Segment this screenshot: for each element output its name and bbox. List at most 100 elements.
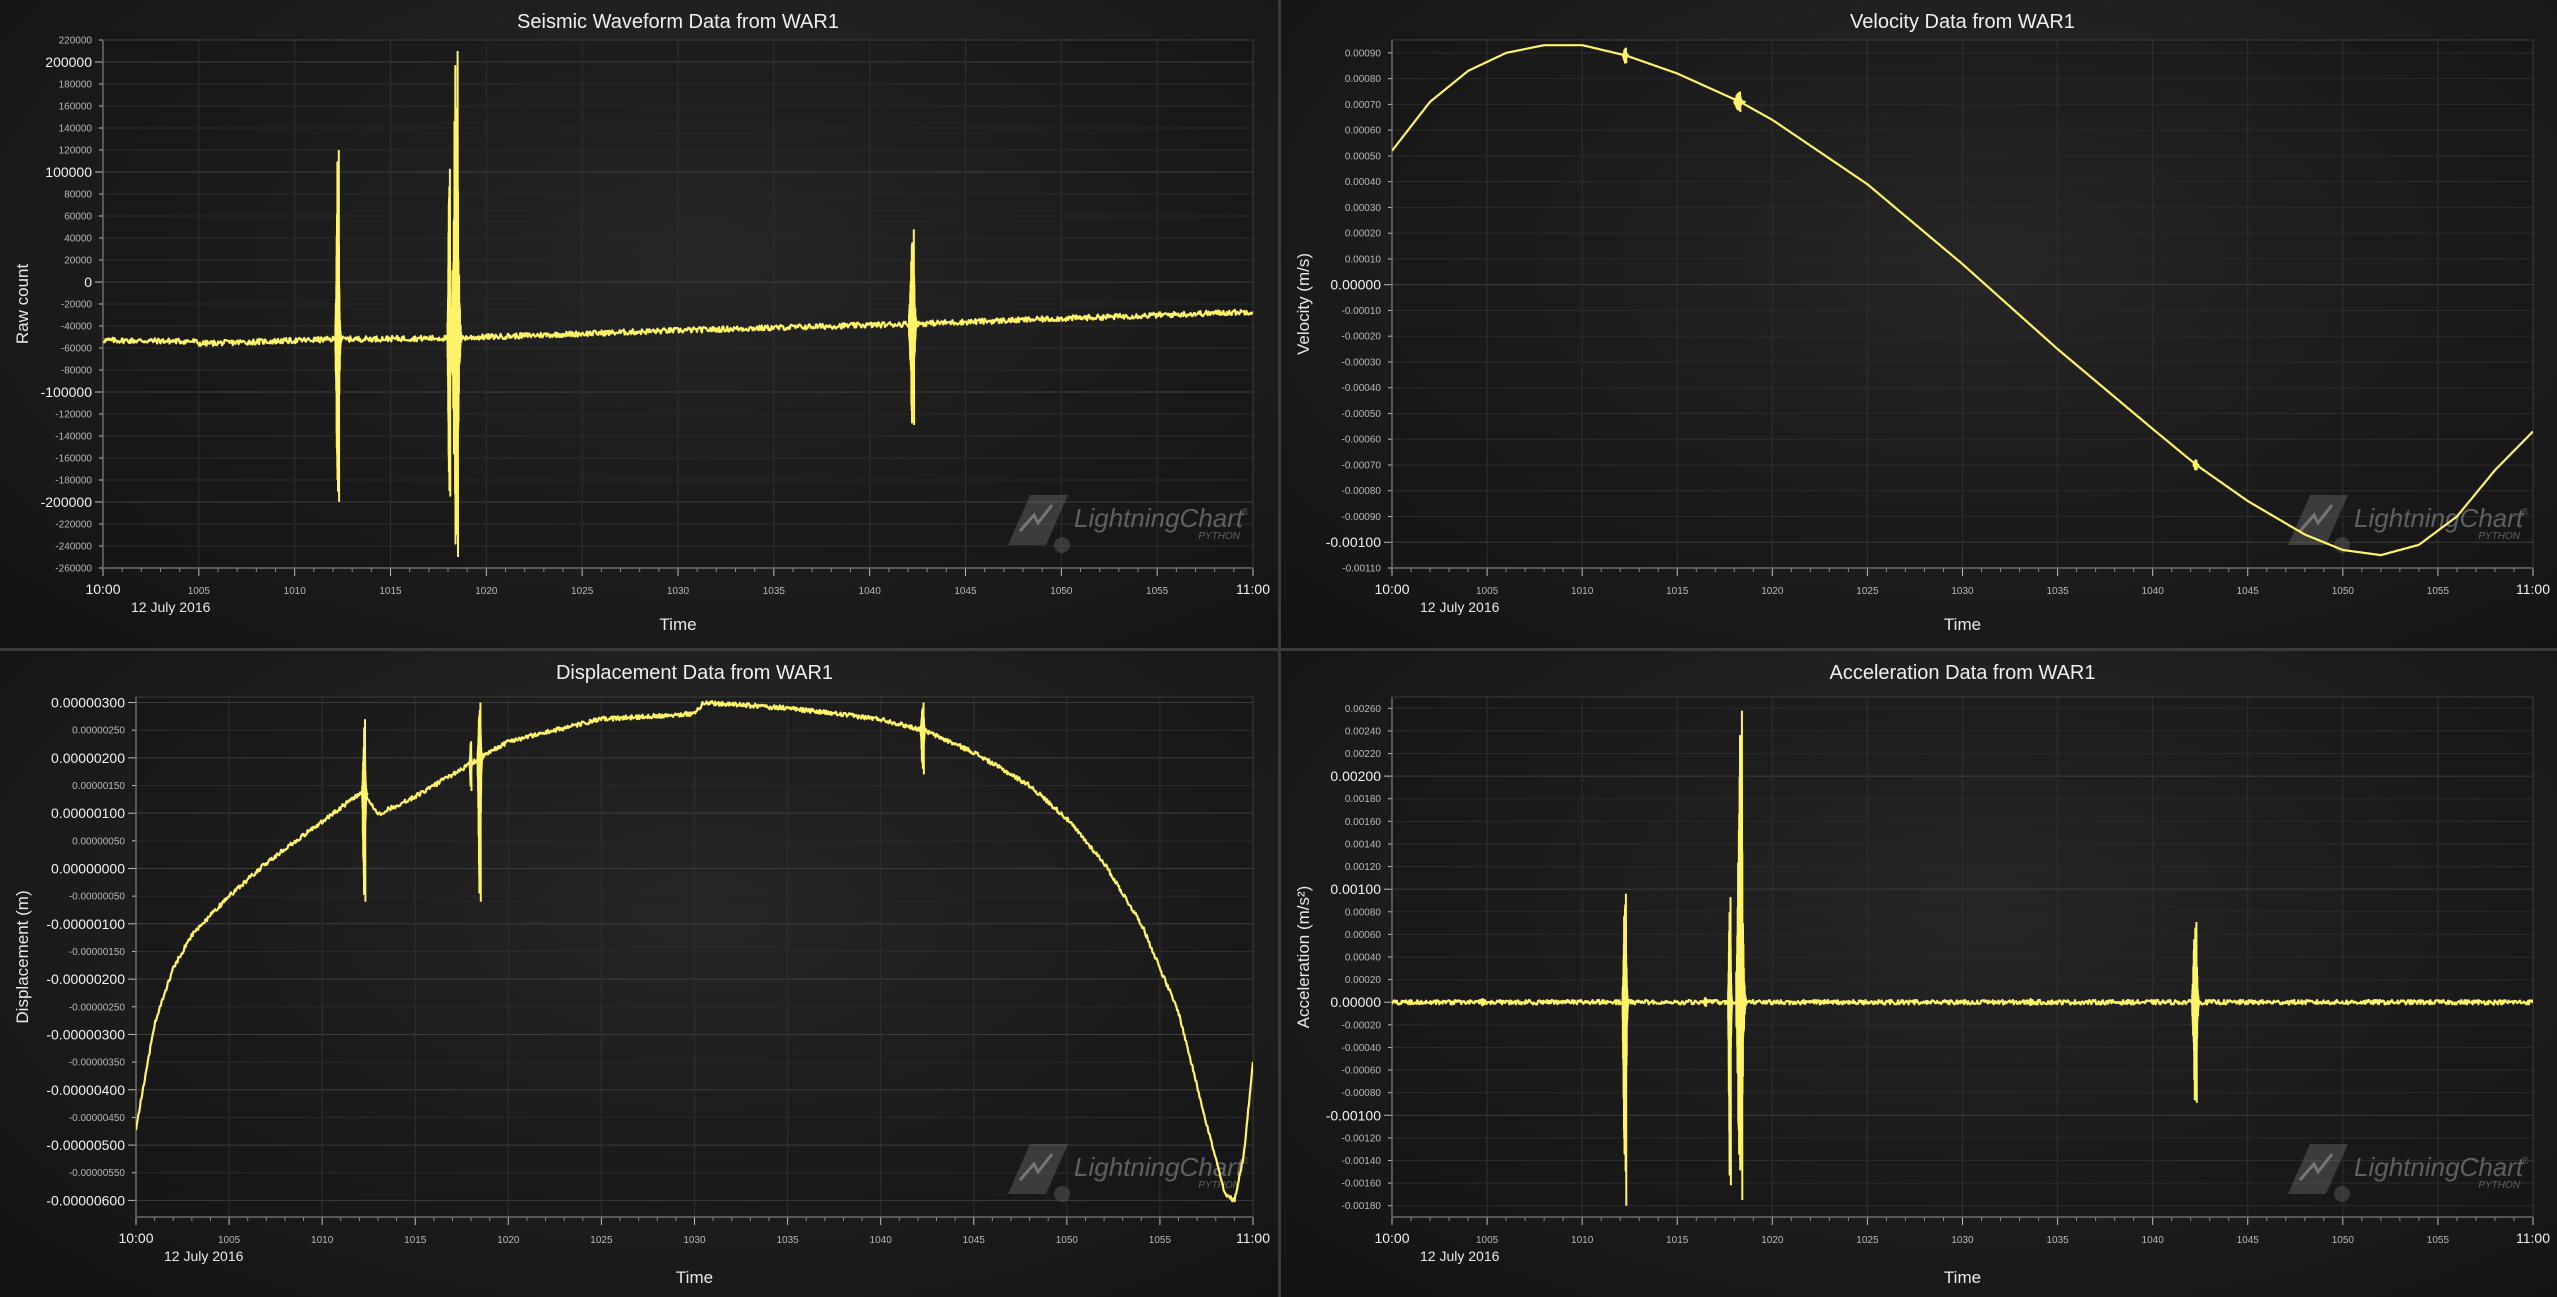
x-tick-label: 1030 [1951,586,1974,597]
y-tick-label: -0.00110 [1342,564,1381,575]
x-tick-label: 10:00 [1374,581,1409,597]
y-tick-label: 0.00220 [1345,749,1382,760]
x-tick-label: 1010 [1571,586,1594,597]
x-tick-label: 1045 [2237,1235,2260,1246]
y-tick-label: -0.00100 [1326,534,1381,550]
date-label: 12 July 2016 [1420,1248,1500,1264]
x-tick-label: 1015 [379,586,402,597]
y-tick-label: 0.00090 [1345,48,1382,59]
displacement-chart: Displacement Data from WAR1 -0.00000600 -0… [13,662,1270,1287]
x-tick-label: 1015 [1666,1235,1689,1246]
y-tick-label: 80000 [64,190,92,201]
y-tick-label: 0.00160 [1345,817,1382,828]
x-tick-label: 1035 [2046,586,2069,597]
y-tick-label: 0.00000 [1330,994,1381,1010]
watermark-sub: PYTHON [2478,531,2520,542]
watermark-registered: ® [2521,1156,2529,1167]
y-tick-label: -0.00000300 [46,1026,125,1042]
x-axis-title: Time [1944,615,1981,634]
x-tick-label: 1030 [667,586,690,597]
y-tick-label: 140000 [59,124,93,135]
y-tick-label: -200000 [41,494,93,510]
horizontal-divider [0,648,2557,651]
x-tick-label: 1020 [1761,1235,1784,1246]
seismic-chart: Seismic Waveform Data from WAR1 -260000 -2… [13,11,1270,634]
date-label: 12 July 2016 [1420,599,1500,615]
y-tick-label: -80000 [61,366,93,377]
y-tick-label: -0.00080 [1342,486,1382,497]
date-label: 12 July 2016 [131,599,211,615]
x-tick-label: 1010 [284,586,307,597]
y-tick-label: 0.00100 [1330,881,1381,897]
x-tick-label: 11:00 [2516,1230,2550,1246]
velocity-chart: Velocity Data from WAR1 -0.00110 -0.00100 -… [1294,11,2550,634]
x-tick-label: 1030 [1951,1235,1974,1246]
displacement-chart-panel: Displacement Data from WAR1 -0.00000600 -0… [0,651,1278,1297]
x-tick-label: 1040 [2142,586,2165,597]
y-tick-label: -60000 [61,344,93,355]
y-tick-label: 180000 [59,80,93,91]
x-tick-label: 1040 [859,586,882,597]
x-tick-label: 1055 [1146,586,1169,597]
x-axis-title: Time [1944,1268,1981,1287]
y-tick-label: -0.00080 [1342,1088,1382,1099]
y-tick-label: 40000 [64,234,92,245]
x-tick-label: 1005 [218,1235,241,1246]
y-axis-title: Velocity (m/s) [1294,253,1313,355]
y-tick-label: 60000 [64,212,92,223]
watermark-sub: PYTHON [1198,1180,1240,1191]
y-axis-title: Raw count [13,264,32,345]
y-tick-label: -0.00180 [1342,1201,1382,1212]
watermark-sub: PYTHON [1198,531,1240,542]
x-tick-label: 1005 [188,586,211,597]
y-tick-label: -0.00120 [1342,1133,1382,1144]
x-tick-label: 1055 [2427,586,2450,597]
y-tick-label: -0.00020 [1342,332,1382,343]
logo-python-badge [1054,537,1070,553]
x-tick-label: 1035 [2046,1235,2069,1246]
y-axis-title: Displacement (m) [13,890,32,1023]
x-tick-label: 1005 [1476,1235,1499,1246]
x-tick-label: 1015 [404,1235,427,1246]
y-tick-label: -100000 [41,384,93,400]
x-tick-label: 1045 [2237,586,2260,597]
y-tick-label: -260000 [55,564,92,575]
y-tick-label: -0.00000600 [46,1192,125,1208]
x-tick-label: 1020 [497,1235,520,1246]
y-tick-label: -220000 [55,520,92,531]
y-tick-label: 220000 [59,36,93,47]
x-tick-label: 1025 [1856,586,1879,597]
x-tick-label: 1030 [683,1235,706,1246]
x-tick-label: 1055 [1149,1235,1172,1246]
y-tick-label: -0.00000550 [69,1168,126,1179]
acceleration-chart: Acceleration Data from WAR1 -0.00180 -0.00… [1294,662,2550,1287]
x-tick-label: 1020 [1761,586,1784,597]
y-tick-label: -0.00060 [1342,435,1382,446]
watermark-sub: PYTHON [2478,1180,2520,1191]
y-tick-label: -0.00090 [1342,512,1382,523]
y-tick-label: 0.00000250 [72,726,125,737]
x-tick-label: 1050 [2332,586,2355,597]
y-tick-label: -0.00000100 [46,916,125,932]
y-tick-label: 120000 [59,146,93,157]
y-tick-label: 0.00200 [1330,768,1381,784]
y-tick-label: -180000 [55,476,92,487]
y-tick-label: 100000 [45,164,92,180]
x-tick-label: 1035 [763,586,786,597]
x-tick-label: 1045 [963,1235,986,1246]
chart-title: Acceleration Data from WAR1 [1829,662,2095,684]
y-tick-label: 0.00040 [1345,953,1382,964]
y-tick-label: 0.00070 [1345,100,1382,111]
chart-title: Velocity Data from WAR1 [1850,11,2075,33]
y-tick-label: 0.00050 [1345,151,1382,162]
y-tick-label: 0.00040 [1345,177,1382,188]
watermark-brand: LightningChart [1074,1152,1245,1182]
x-tick-label: 1025 [590,1235,613,1246]
x-tick-label: 1040 [870,1235,893,1246]
y-tick-label: -0.00060 [1342,1066,1382,1077]
seismic-chart-panel: Seismic Waveform Data from WAR1 -260000 -2… [0,0,1278,648]
y-tick-label: 200000 [45,54,92,70]
y-tick-label: 0.00000000 [51,860,125,876]
y-axis-title: Acceleration (m/s²) [1294,886,1313,1029]
y-tick-label: -140000 [55,432,92,443]
